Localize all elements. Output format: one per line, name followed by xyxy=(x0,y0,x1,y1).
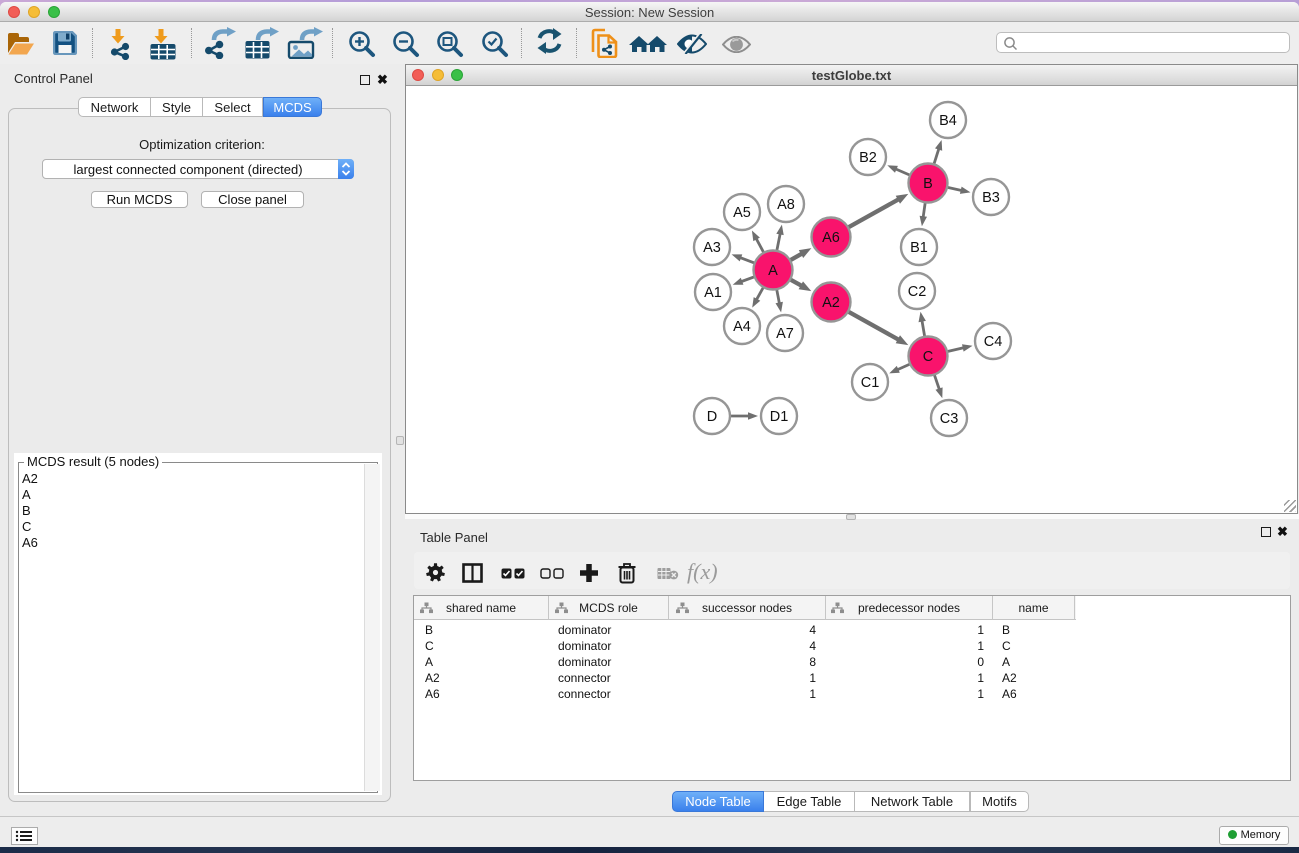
svg-text:A8: A8 xyxy=(777,197,795,213)
svg-text:A: A xyxy=(768,263,778,279)
svg-text:D1: D1 xyxy=(770,409,789,425)
svg-text:C3: C3 xyxy=(940,411,959,427)
svg-text:B2: B2 xyxy=(859,150,877,166)
svg-text:A3: A3 xyxy=(703,240,721,256)
svg-text:A6: A6 xyxy=(822,230,840,246)
svg-text:A7: A7 xyxy=(776,326,794,342)
svg-text:B1: B1 xyxy=(910,240,928,256)
svg-text:D: D xyxy=(707,409,717,425)
svg-text:B: B xyxy=(923,176,933,192)
svg-text:C2: C2 xyxy=(908,284,927,300)
svg-text:A2: A2 xyxy=(822,295,840,311)
svg-text:B4: B4 xyxy=(939,113,957,129)
svg-text:B3: B3 xyxy=(982,190,1000,206)
svg-text:C1: C1 xyxy=(861,375,880,391)
svg-text:A1: A1 xyxy=(704,285,722,301)
svg-text:C4: C4 xyxy=(984,334,1003,350)
svg-text:C: C xyxy=(923,349,933,365)
svg-text:A5: A5 xyxy=(733,205,751,221)
svg-text:A4: A4 xyxy=(733,319,751,335)
